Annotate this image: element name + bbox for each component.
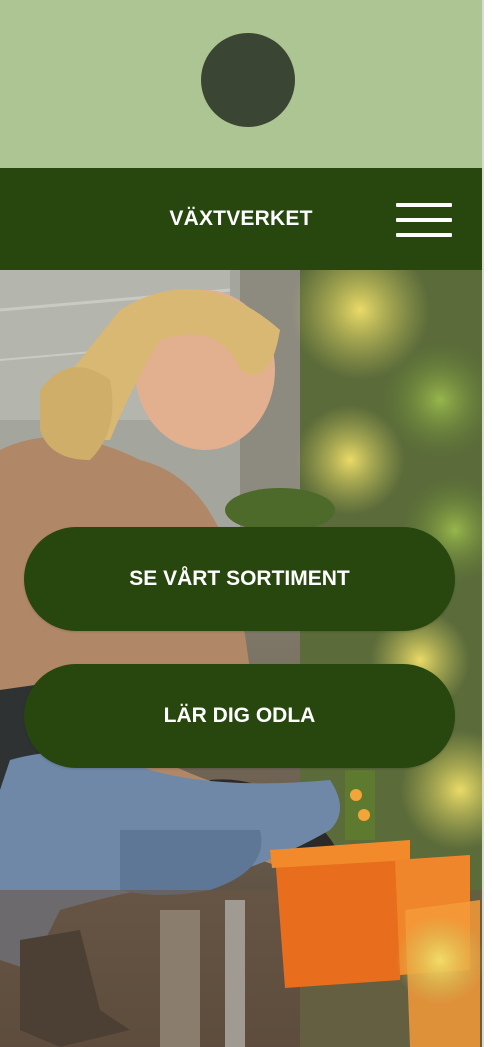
hamburger-menu-icon[interactable] (396, 203, 452, 237)
navbar: VÄXTVERKET (0, 168, 482, 270)
top-banner (0, 0, 482, 168)
shop-assortment-button[interactable]: SE VÅRT SORTIMENT (24, 527, 455, 631)
hero-image: SE VÅRT SORTIMENT LÄR DIG ODLA (0, 270, 482, 1047)
menu-line (396, 233, 452, 237)
app-screen: VÄXTVERKET SE VÅRT SORTIMENT LÄR DIG ODL… (0, 0, 484, 1047)
logo-circle[interactable] (201, 33, 295, 127)
gardening-photo-illustration (0, 270, 482, 1047)
menu-line (396, 203, 452, 207)
menu-line (396, 218, 452, 222)
learn-to-grow-button[interactable]: LÄR DIG ODLA (24, 664, 455, 768)
